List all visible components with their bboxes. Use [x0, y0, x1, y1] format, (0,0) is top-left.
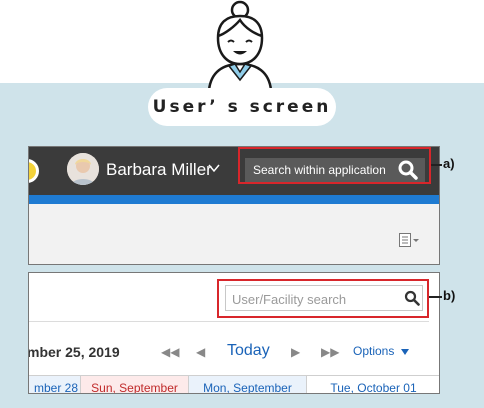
- day-header-cell[interactable]: Sun, September: [81, 376, 189, 393]
- day-header-cell[interactable]: Tue, October 01: [307, 376, 439, 393]
- user-name[interactable]: Barbara Miller: [106, 160, 212, 180]
- prev-week-button[interactable]: ◀◀: [161, 345, 179, 359]
- callout-box-a: [238, 147, 431, 184]
- divider: [29, 321, 429, 322]
- callout-label-b: b): [443, 288, 456, 303]
- day-header-cell[interactable]: mber 28: [29, 376, 81, 393]
- callout-label-a: a): [443, 156, 455, 171]
- next-week-button[interactable]: ▶▶: [321, 345, 339, 359]
- avatar[interactable]: [67, 153, 99, 185]
- callout-line-b: [429, 296, 442, 298]
- brand-stripe: [29, 195, 439, 204]
- prev-day-button[interactable]: ◀: [196, 345, 205, 359]
- options-menu[interactable]: Options: [353, 344, 394, 358]
- callout-line-a: [431, 164, 442, 166]
- today-link[interactable]: Today: [227, 342, 270, 360]
- chevron-down-icon[interactable]: [401, 349, 409, 355]
- illustration: User’ s screen Barbara Miller Search wit…: [0, 0, 484, 408]
- person-icon: [207, 0, 273, 91]
- next-day-button[interactable]: ▶: [291, 345, 300, 359]
- chevron-down-icon[interactable]: [207, 162, 221, 174]
- list-menu-icon[interactable]: [399, 233, 419, 247]
- screen-caption: User’ s screen: [148, 88, 336, 126]
- callout-box-b: [217, 279, 429, 318]
- day-header-cell[interactable]: Mon, September: [189, 376, 307, 393]
- day-header-row: mber 28 Sun, September Mon, September Tu…: [29, 375, 439, 393]
- date-heading: mber 25, 2019: [28, 344, 120, 360]
